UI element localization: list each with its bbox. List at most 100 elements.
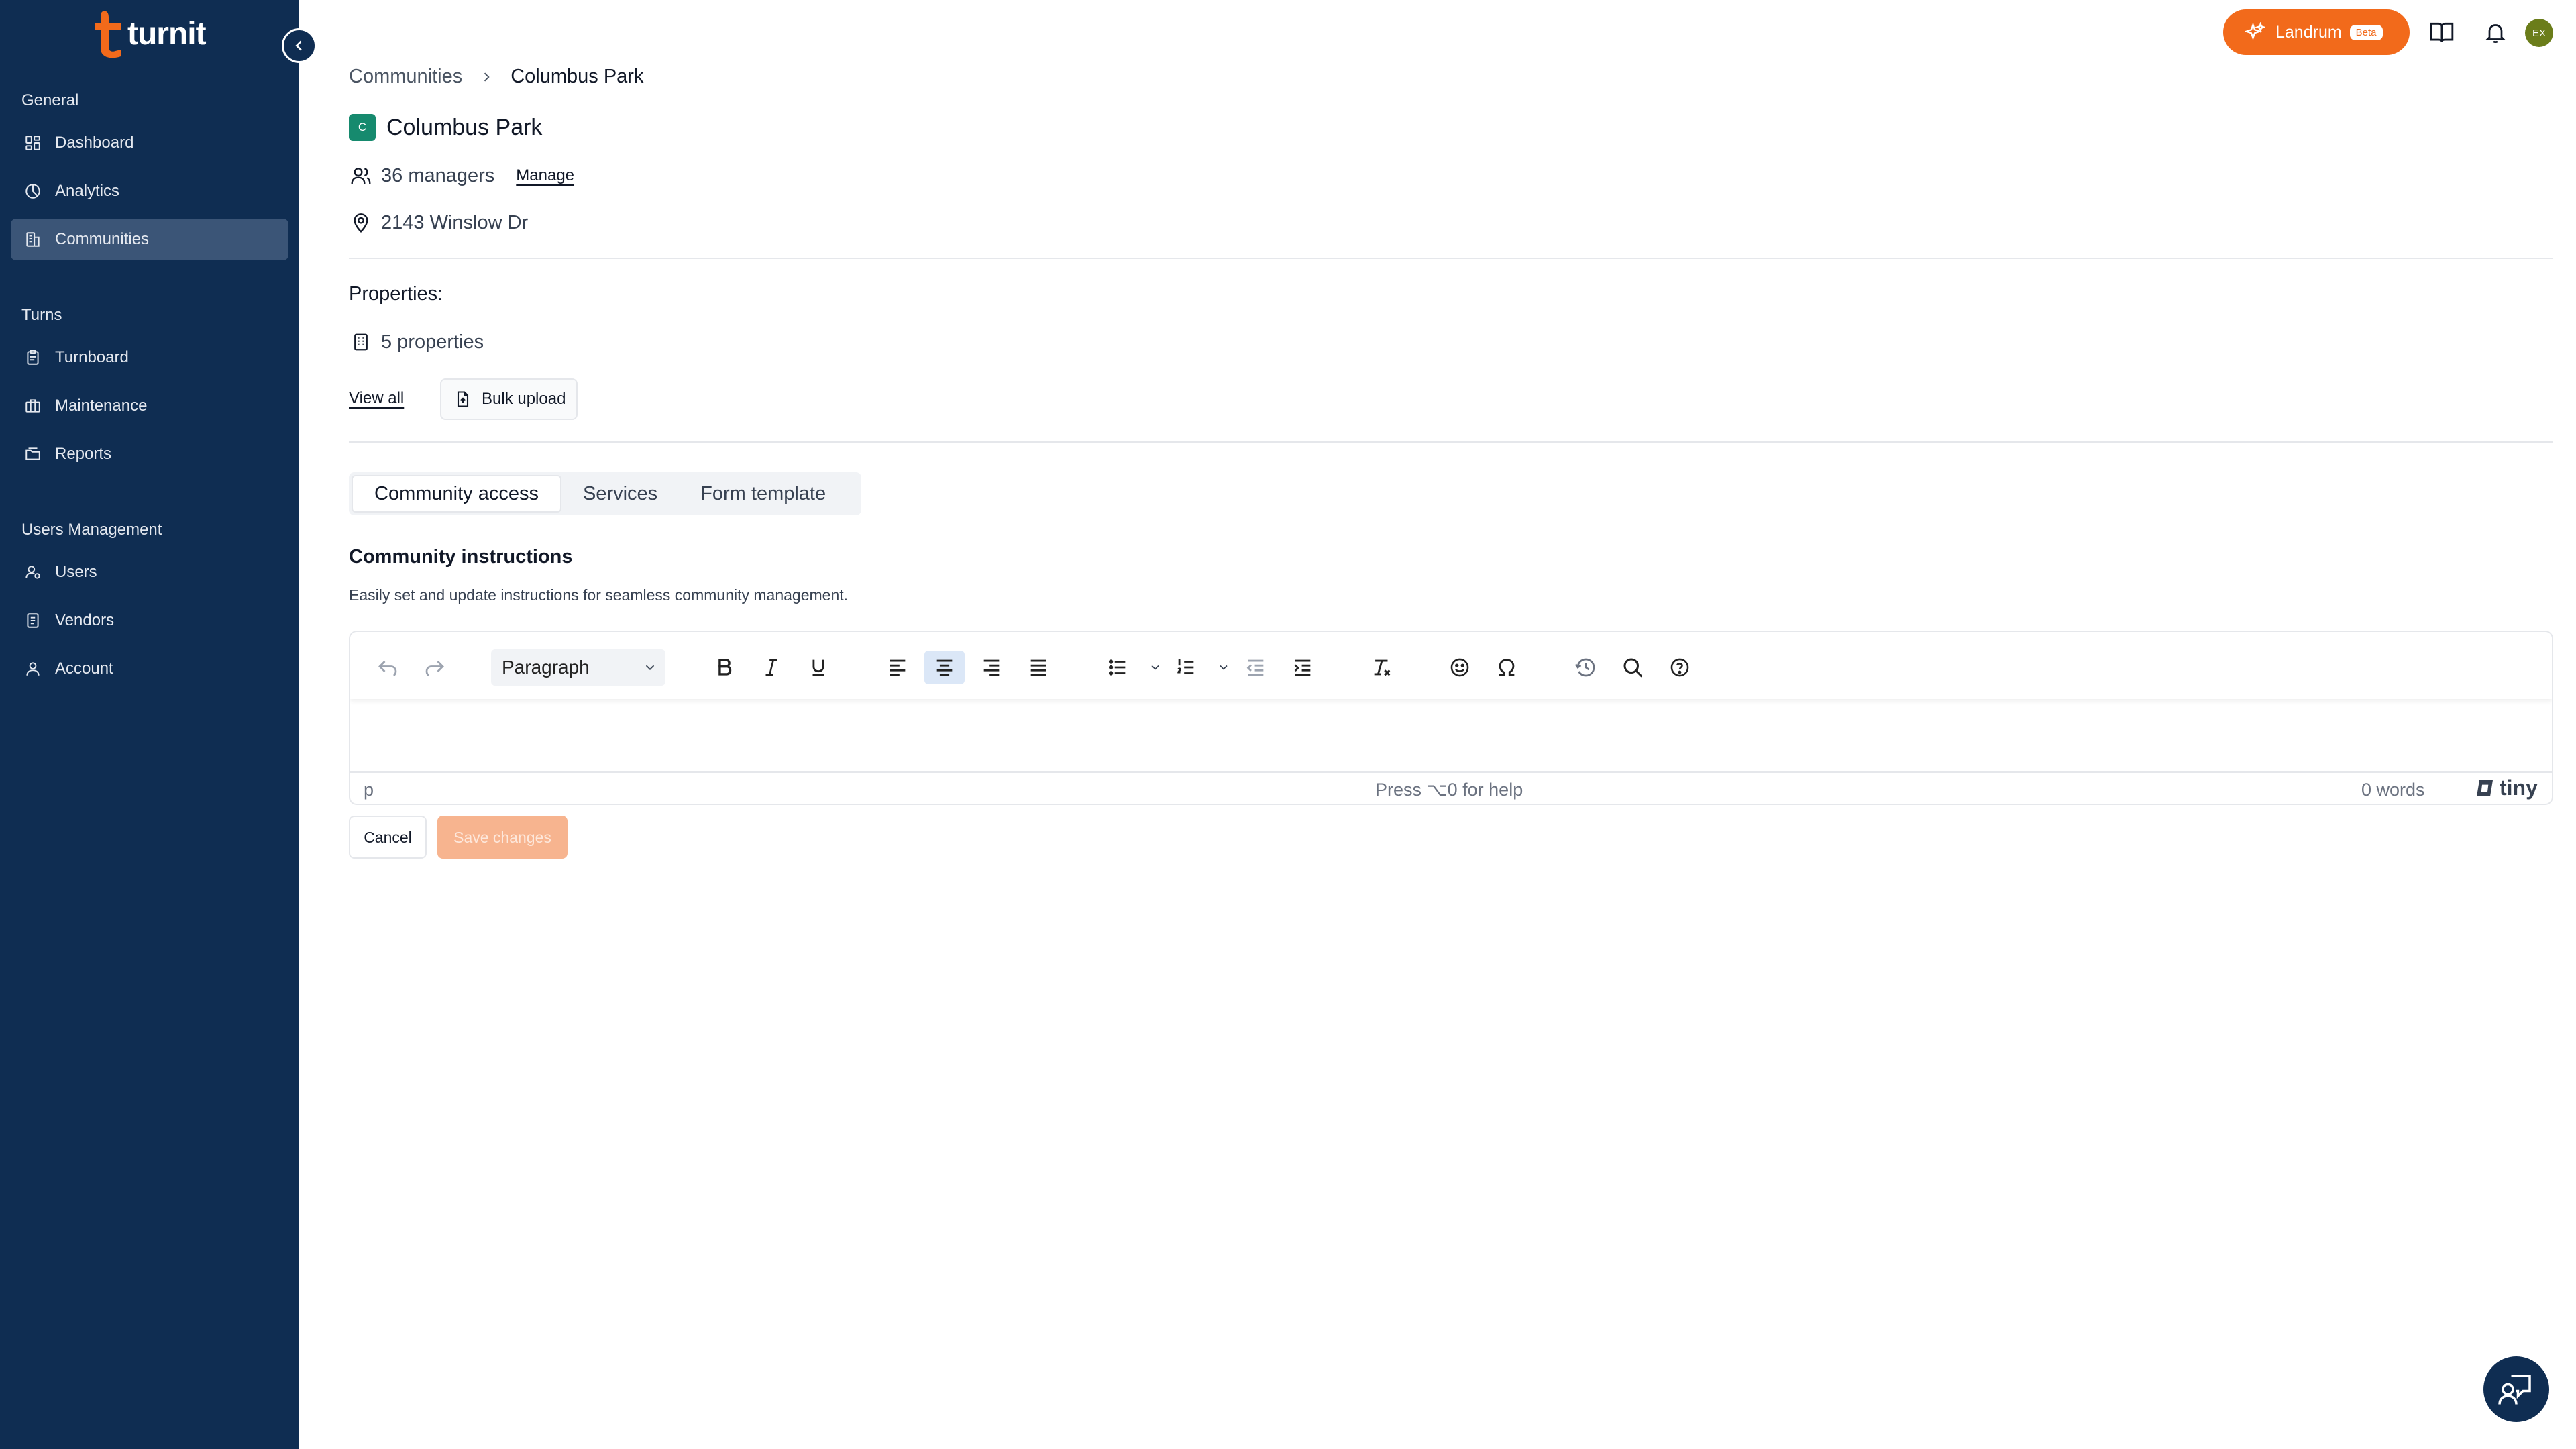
section-description: Easily set and update instructions for s… (349, 586, 849, 604)
chevron-down-icon (645, 665, 655, 671)
emoji-icon (1450, 658, 1469, 677)
landrum-assistant-button[interactable]: Landrum Beta (2223, 9, 2410, 55)
bell-icon (2485, 24, 2506, 43)
sidebar-item-turnboard[interactable]: Turnboard (11, 337, 288, 378)
rich-text-editor: Paragraph p Press ⌥0 for help 0 words ti… (349, 631, 2553, 805)
file-upload-icon (453, 390, 472, 409)
save-changes-button[interactable]: Save changes (437, 816, 568, 859)
properties-label: Properties: (349, 283, 443, 305)
nav-section-users-management: Users Management (21, 521, 162, 539)
underline-button[interactable] (798, 651, 839, 684)
editor-statusbar: p Press ⌥0 for help 0 words tiny (350, 771, 2552, 804)
tab-services[interactable]: Services (561, 475, 679, 513)
address-row: 2143 Winslow Dr (349, 211, 528, 235)
find-replace-button[interactable] (1613, 651, 1653, 684)
analytics-icon (23, 181, 43, 201)
turnit-logo-mark-icon (95, 11, 121, 58)
chevron-left-icon (295, 40, 302, 51)
tiny-branding-link[interactable]: tiny (2474, 775, 2538, 800)
italic-icon (765, 659, 777, 676)
sidebar-collapse-button[interactable] (282, 28, 317, 63)
community-tabs: Community access Services Form template (349, 472, 861, 515)
sidebar-item-label: Users (55, 563, 97, 581)
numbered-list-icon (1177, 659, 1194, 674)
sidebar-item-label: Analytics (55, 182, 120, 200)
bold-button[interactable] (704, 651, 745, 684)
tab-form-template[interactable]: Form template (679, 475, 847, 513)
landrum-label: Landrum (2275, 22, 2342, 42)
clear-formatting-button[interactable] (1362, 651, 1402, 684)
logo-wordmark: turnit (127, 15, 207, 52)
emoji-button[interactable] (1440, 651, 1480, 684)
sidebar-item-communities[interactable]: Communities (11, 219, 288, 260)
communities-icon (23, 229, 43, 250)
indent-button[interactable] (1283, 651, 1323, 684)
sidebar-item-reports[interactable]: Reports (11, 433, 288, 475)
nav-section-turns: Turns (21, 306, 62, 324)
tab-community-access[interactable]: Community access (352, 475, 561, 513)
sidebar-item-maintenance[interactable]: Maintenance (11, 385, 288, 427)
bullet-list-button[interactable] (1097, 651, 1138, 684)
bulk-upload-label: Bulk upload (482, 390, 566, 408)
support-chat-button[interactable] (2483, 1356, 2549, 1422)
editor-content-area[interactable] (350, 699, 2552, 771)
sidebar: turnit General Dashboard Analytics Commu… (0, 0, 299, 1449)
special-character-button[interactable] (1487, 651, 1527, 684)
beta-badge: Beta (2349, 24, 2383, 40)
notifications-button[interactable] (2479, 16, 2512, 48)
clear-formatting-icon (1374, 659, 1391, 676)
tiny-logo-icon (2477, 780, 2493, 796)
tiny-brand-label: tiny (2500, 775, 2538, 800)
view-all-properties-link[interactable]: View all (349, 389, 404, 408)
outdent-button[interactable] (1236, 651, 1276, 684)
sidebar-item-label: Vendors (55, 611, 115, 629)
page-header: C Columbus Park (349, 114, 542, 141)
managers-count: 36 managers (381, 164, 495, 186)
turnit-logo[interactable]: turnit (94, 8, 207, 59)
align-right-button[interactable] (971, 651, 1012, 684)
docs-book-button[interactable] (2426, 16, 2458, 48)
breadcrumb-communities-link[interactable]: Communities (349, 66, 462, 88)
manage-managers-link[interactable]: Manage (516, 166, 574, 185)
properties-row: 5 properties (349, 330, 484, 354)
managers-row: 36 managers Manage (349, 164, 574, 188)
block-format-value: Paragraph (502, 657, 590, 678)
help-button[interactable] (1660, 651, 1700, 684)
restore-draft-button[interactable] (1566, 651, 1606, 684)
redo-icon (425, 661, 444, 676)
align-left-icon (890, 659, 906, 676)
sidebar-item-account[interactable]: Account (11, 648, 288, 690)
reports-icon (23, 444, 43, 464)
block-format-select[interactable]: Paragraph (491, 649, 665, 686)
outdent-icon (1246, 659, 1264, 676)
divider (349, 441, 2553, 443)
align-right-icon (983, 659, 1000, 676)
user-avatar[interactable]: EX (2525, 19, 2553, 47)
chevron-down-icon (1151, 665, 1159, 670)
align-justify-button[interactable] (1018, 651, 1059, 684)
redo-button[interactable] (415, 651, 455, 684)
undo-button[interactable] (368, 651, 408, 684)
page-title: Columbus Park (386, 114, 543, 140)
sidebar-item-vendors[interactable]: Vendors (11, 600, 288, 641)
chevron-down-icon (1220, 665, 1228, 670)
dashboard-icon (23, 133, 43, 153)
sidebar-item-label: Communities (55, 230, 150, 248)
building-icon (349, 330, 373, 354)
sidebar-item-dashboard[interactable]: Dashboard (11, 122, 288, 164)
sidebar-item-analytics[interactable]: Analytics (11, 170, 288, 212)
keyboard-help-hint: Press ⌥0 for help (1375, 780, 1523, 800)
undo-icon (378, 661, 397, 676)
element-path[interactable]: p (364, 780, 374, 800)
numbered-list-dropdown[interactable] (1214, 651, 1233, 684)
cancel-button[interactable]: Cancel (349, 816, 427, 859)
align-left-button[interactable] (877, 651, 918, 684)
align-center-button[interactable] (924, 651, 965, 684)
bulk-upload-button[interactable]: Bulk upload (440, 378, 578, 420)
numbered-list-button[interactable] (1166, 651, 1206, 684)
word-count[interactable]: 0 words (2361, 780, 2425, 800)
users-icon (349, 164, 373, 188)
italic-button[interactable] (751, 651, 792, 684)
sidebar-item-users[interactable]: Users (11, 551, 288, 593)
bullet-list-dropdown[interactable] (1146, 651, 1165, 684)
